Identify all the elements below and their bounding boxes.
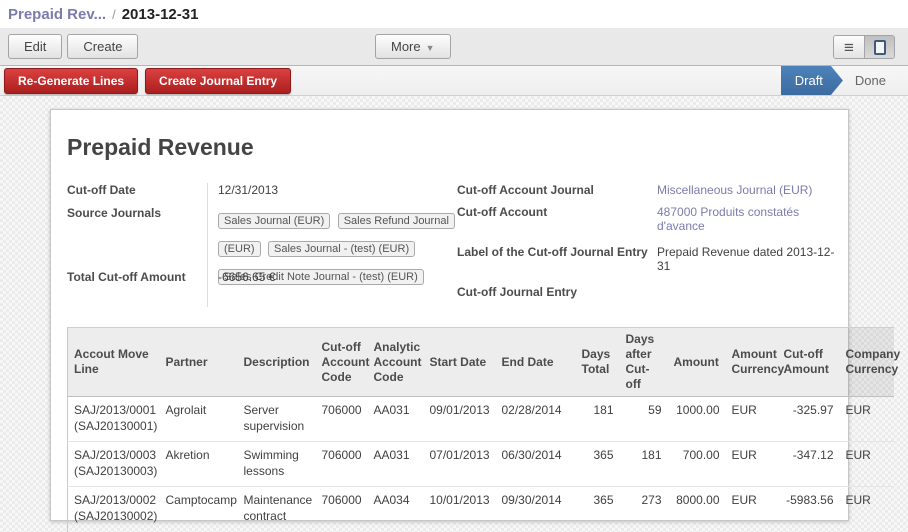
- table-cell: EUR: [840, 397, 894, 442]
- column-header[interactable]: Partner: [160, 328, 238, 397]
- table-cell: SAJ/2013/0003 (SAJ20130003): [68, 442, 160, 487]
- column-header[interactable]: Cut-off Amount: [778, 328, 840, 397]
- form-view-button[interactable]: [864, 36, 894, 58]
- cutoff-account-journal-link[interactable]: Miscellaneous Journal (EUR): [657, 183, 842, 205]
- entry-label-value: Prepaid Revenue dated 2013-12-31: [657, 245, 842, 285]
- table-cell: SAJ/2013/0002 (SAJ20130002): [68, 487, 160, 532]
- stage-done: Done: [843, 66, 898, 95]
- column-header[interactable]: Accout Move Line: [68, 328, 160, 397]
- table-cell: -325.97: [778, 397, 840, 442]
- table-cell: 10/01/2013: [424, 487, 496, 532]
- cutoff-account-link[interactable]: 487000 Produits constatés d'avance: [657, 205, 842, 245]
- table-cell: 706000: [316, 397, 368, 442]
- table-cell: 09/30/2014: [496, 487, 576, 532]
- table-cell: 181: [620, 442, 668, 487]
- breadcrumb: Prepaid Rev... / 2013-12-31: [0, 0, 908, 28]
- table-cell: EUR: [726, 487, 778, 532]
- entry-label-label: Label of the Cut-off Journal Entry: [457, 245, 657, 285]
- table-cell: Akretion: [160, 442, 238, 487]
- total-cutoff-amount-label: Total Cut-off Amount: [67, 270, 207, 296]
- create-journal-entry-button[interactable]: Create Journal Entry: [145, 68, 291, 94]
- form-icon: [874, 40, 886, 55]
- table-cell: EUR: [840, 442, 894, 487]
- table-cell: AA034: [368, 487, 424, 532]
- table-cell: Swimming lessons: [238, 442, 316, 487]
- cutoff-lines-table: Accout Move LinePartnerDescriptionCut-of…: [67, 327, 894, 532]
- table-cell: 09/01/2013: [424, 397, 496, 442]
- source-journals-label: Source Journals: [67, 206, 207, 270]
- edit-button[interactable]: Edit: [8, 34, 62, 59]
- status-bar: Re-Generate Lines Create Journal Entry D…: [0, 66, 908, 96]
- table-cell: 706000: [316, 442, 368, 487]
- table-row[interactable]: SAJ/2013/0002 (SAJ20130002)CamptocampMai…: [68, 487, 894, 532]
- regenerate-lines-button[interactable]: Re-Generate Lines: [4, 68, 138, 94]
- form-group-right: Cut-off Account Journal Cut-off Account …: [457, 183, 842, 307]
- breadcrumb-parent-link[interactable]: Prepaid Rev...: [8, 6, 106, 23]
- table-cell: -5983.56: [778, 487, 840, 532]
- column-header[interactable]: End Date: [496, 328, 576, 397]
- table-cell: 365: [576, 487, 620, 532]
- main-content: Prepaid Revenue Cut-off Date Source Jour…: [0, 96, 908, 532]
- more-button-label: More: [391, 39, 421, 54]
- column-header[interactable]: Start Date: [424, 328, 496, 397]
- column-header[interactable]: Amount Currency: [726, 328, 778, 397]
- column-header[interactable]: Analytic Account Code: [368, 328, 424, 397]
- cutoff-journal-entry-value: [657, 285, 842, 307]
- more-button[interactable]: More ▼: [375, 34, 451, 59]
- table-cell: Server supervision: [238, 397, 316, 442]
- action-toolbar: Edit Create More ▼ ≡: [0, 28, 908, 66]
- table-cell: 706000: [316, 487, 368, 532]
- table-cell: EUR: [726, 442, 778, 487]
- table-cell: 1000.00: [668, 397, 726, 442]
- table-cell: Camptocamp: [160, 487, 238, 532]
- table-cell: 273: [620, 487, 668, 532]
- stage-draft: Draft: [781, 66, 843, 95]
- table-cell: 59: [620, 397, 668, 442]
- cutoff-journal-entry-label: Cut-off Journal Entry: [457, 285, 657, 307]
- table-cell: 365: [576, 442, 620, 487]
- table-cell: 06/30/2014: [496, 442, 576, 487]
- total-cutoff-amount-value: -6656.65 €: [218, 270, 457, 296]
- cutoff-date-value: 12/31/2013: [218, 183, 457, 206]
- page-title: Prepaid Revenue: [67, 134, 832, 161]
- table-cell: AA031: [368, 397, 424, 442]
- table-cell: -347.12: [778, 442, 840, 487]
- table-cell: 700.00: [668, 442, 726, 487]
- table-cell: Agrolait: [160, 397, 238, 442]
- journal-tag: Sales Journal (EUR): [218, 213, 330, 229]
- cutoff-account-label: Cut-off Account: [457, 205, 657, 245]
- statusbar-stages: Draft Done: [781, 66, 898, 95]
- column-header[interactable]: Days Total: [576, 328, 620, 397]
- table-cell: AA031: [368, 442, 424, 487]
- create-button[interactable]: Create: [67, 34, 138, 59]
- column-header[interactable]: Days after Cut-off: [620, 328, 668, 397]
- cutoff-date-label: Cut-off Date: [67, 183, 207, 206]
- column-header[interactable]: Amount: [668, 328, 726, 397]
- table-cell: EUR: [840, 487, 894, 532]
- table-cell: 8000.00: [668, 487, 726, 532]
- table-cell: Maintenance contract: [238, 487, 316, 532]
- list-icon: ≡: [844, 39, 854, 56]
- breadcrumb-separator: /: [112, 7, 116, 22]
- cutoff-lines-section: Accout Move LinePartnerDescriptionCut-of…: [67, 327, 832, 532]
- table-row[interactable]: SAJ/2013/0003 (SAJ20130003)AkretionSwimm…: [68, 442, 894, 487]
- chevron-down-icon: ▼: [426, 43, 435, 53]
- view-switcher: ≡: [833, 35, 895, 59]
- form-sheet: Prepaid Revenue Cut-off Date Source Jour…: [50, 109, 849, 521]
- table-row[interactable]: SAJ/2013/0001 (SAJ20130001)AgrolaitServe…: [68, 397, 894, 442]
- table-cell: 02/28/2014: [496, 397, 576, 442]
- breadcrumb-current: 2013-12-31: [122, 6, 199, 23]
- column-header[interactable]: Company Currency: [840, 328, 894, 397]
- column-header[interactable]: Cut-off Account Code: [316, 328, 368, 397]
- table-cell: 07/01/2013: [424, 442, 496, 487]
- table-header-row: Accout Move LinePartnerDescriptionCut-of…: [68, 328, 894, 397]
- journal-tag: Sales Journal - (test) (EUR): [268, 241, 415, 257]
- table-cell: EUR: [726, 397, 778, 442]
- table-cell: 181: [576, 397, 620, 442]
- table-cell: SAJ/2013/0001 (SAJ20130001): [68, 397, 160, 442]
- cutoff-account-journal-label: Cut-off Account Journal: [457, 183, 657, 205]
- list-view-button[interactable]: ≡: [834, 36, 864, 58]
- form-group-left: Cut-off Date Source Journals Total Cut-o…: [67, 183, 457, 307]
- column-header[interactable]: Description: [238, 328, 316, 397]
